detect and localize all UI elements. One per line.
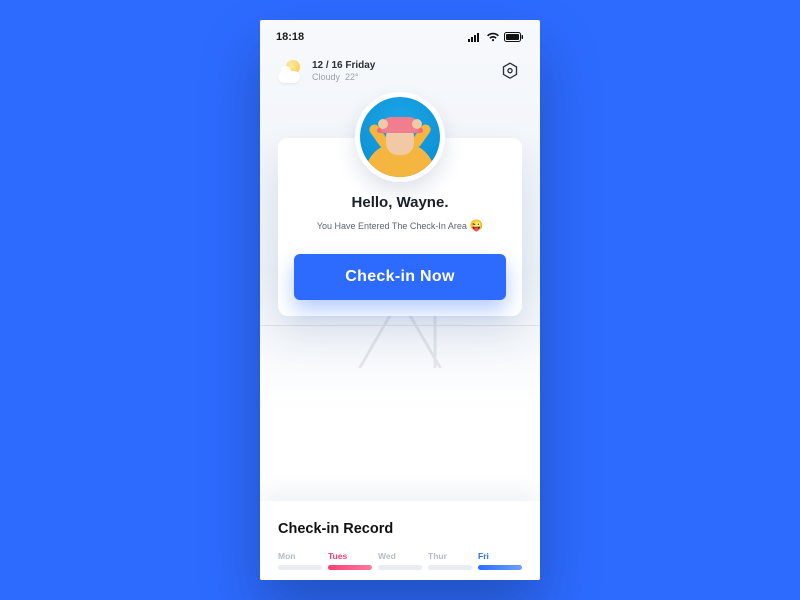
emoji-icon: 😜 (469, 220, 483, 232)
weather-date: 12 / 16 Friday (312, 60, 375, 71)
phone-frame: 18:18 12 / 16 Friday Cloudy 22° (260, 20, 540, 580)
settings-button[interactable] (498, 59, 522, 83)
day-thur[interactable]: Thur (428, 551, 472, 570)
day-bar (428, 565, 472, 570)
record-section: Check-in Record Mon Tues Wed Thur Fri (260, 501, 540, 580)
weather-block[interactable]: 12 / 16 Friday Cloudy 22° (278, 58, 375, 84)
status-indicators (468, 32, 524, 42)
card-area: Hello, Wayne. You Have Entered The Check… (260, 138, 540, 316)
days-row: Mon Tues Wed Thur Fri (278, 551, 522, 570)
day-label: Fri (478, 551, 522, 561)
settings-hex-icon (500, 61, 520, 81)
day-label: Thur (428, 551, 472, 561)
status-time: 18:18 (276, 31, 304, 43)
battery-icon (504, 32, 524, 42)
weather-subline: Cloudy 22° (312, 73, 375, 83)
day-label: Tues (328, 551, 372, 561)
signal-icon (468, 32, 482, 42)
wifi-icon (486, 32, 500, 42)
day-label: Mon (278, 551, 322, 561)
status-bar: 18:18 (260, 26, 540, 48)
checkin-now-button[interactable]: Check-in Now (294, 254, 506, 300)
weather-cloudy-icon (278, 58, 304, 84)
day-tues[interactable]: Tues (328, 551, 372, 570)
day-bar (378, 565, 422, 570)
day-mon[interactable]: Mon (278, 551, 322, 570)
day-label: Wed (378, 551, 422, 561)
day-wed[interactable]: Wed (378, 551, 422, 570)
weather-text: 12 / 16 Friday Cloudy 22° (312, 60, 375, 83)
record-title: Check-in Record (278, 521, 522, 537)
subtext: You Have Entered The Check-In Area 😜 (294, 219, 506, 232)
avatar[interactable] (355, 92, 445, 182)
day-fri[interactable]: Fri (478, 551, 522, 570)
day-bar (278, 565, 322, 570)
header-row: 12 / 16 Friday Cloudy 22° (260, 48, 540, 84)
greeting-text: Hello, Wayne. (294, 194, 506, 211)
day-bar (328, 565, 372, 570)
day-bar (478, 565, 522, 570)
